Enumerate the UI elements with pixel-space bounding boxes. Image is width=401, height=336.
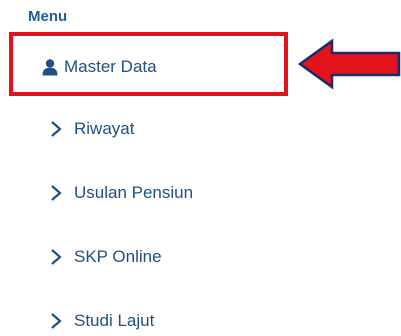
sidebar-item-label: Usulan Pensiun [74, 183, 194, 202]
sidebar-item-label: Studi Lajut [74, 311, 155, 330]
chevron-right-icon [46, 183, 66, 203]
sidebar-item-skp-online[interactable]: SKP Online [46, 245, 162, 269]
annotation-arrow-icon [298, 38, 401, 90]
sidebar-item-studi-lajut[interactable]: Studi Lajut [46, 309, 154, 333]
chevron-right-icon [46, 311, 66, 331]
chevron-right-icon [46, 247, 66, 267]
sidebar-item-usulan-pensiun[interactable]: Usulan Pensiun [46, 181, 193, 205]
chevron-right-icon [46, 119, 66, 139]
sidebar-item-riwayat[interactable]: Riwayat [46, 117, 134, 141]
sidebar-item-master-data[interactable]: Master Data [40, 55, 157, 79]
sidebar-item-label: Riwayat [74, 119, 135, 138]
menu-heading: Menu [28, 8, 68, 25]
sidebar-item-label: SKP Online [74, 247, 162, 266]
user-icon [40, 57, 60, 77]
sidebar-item-label: Master Data [64, 57, 157, 76]
